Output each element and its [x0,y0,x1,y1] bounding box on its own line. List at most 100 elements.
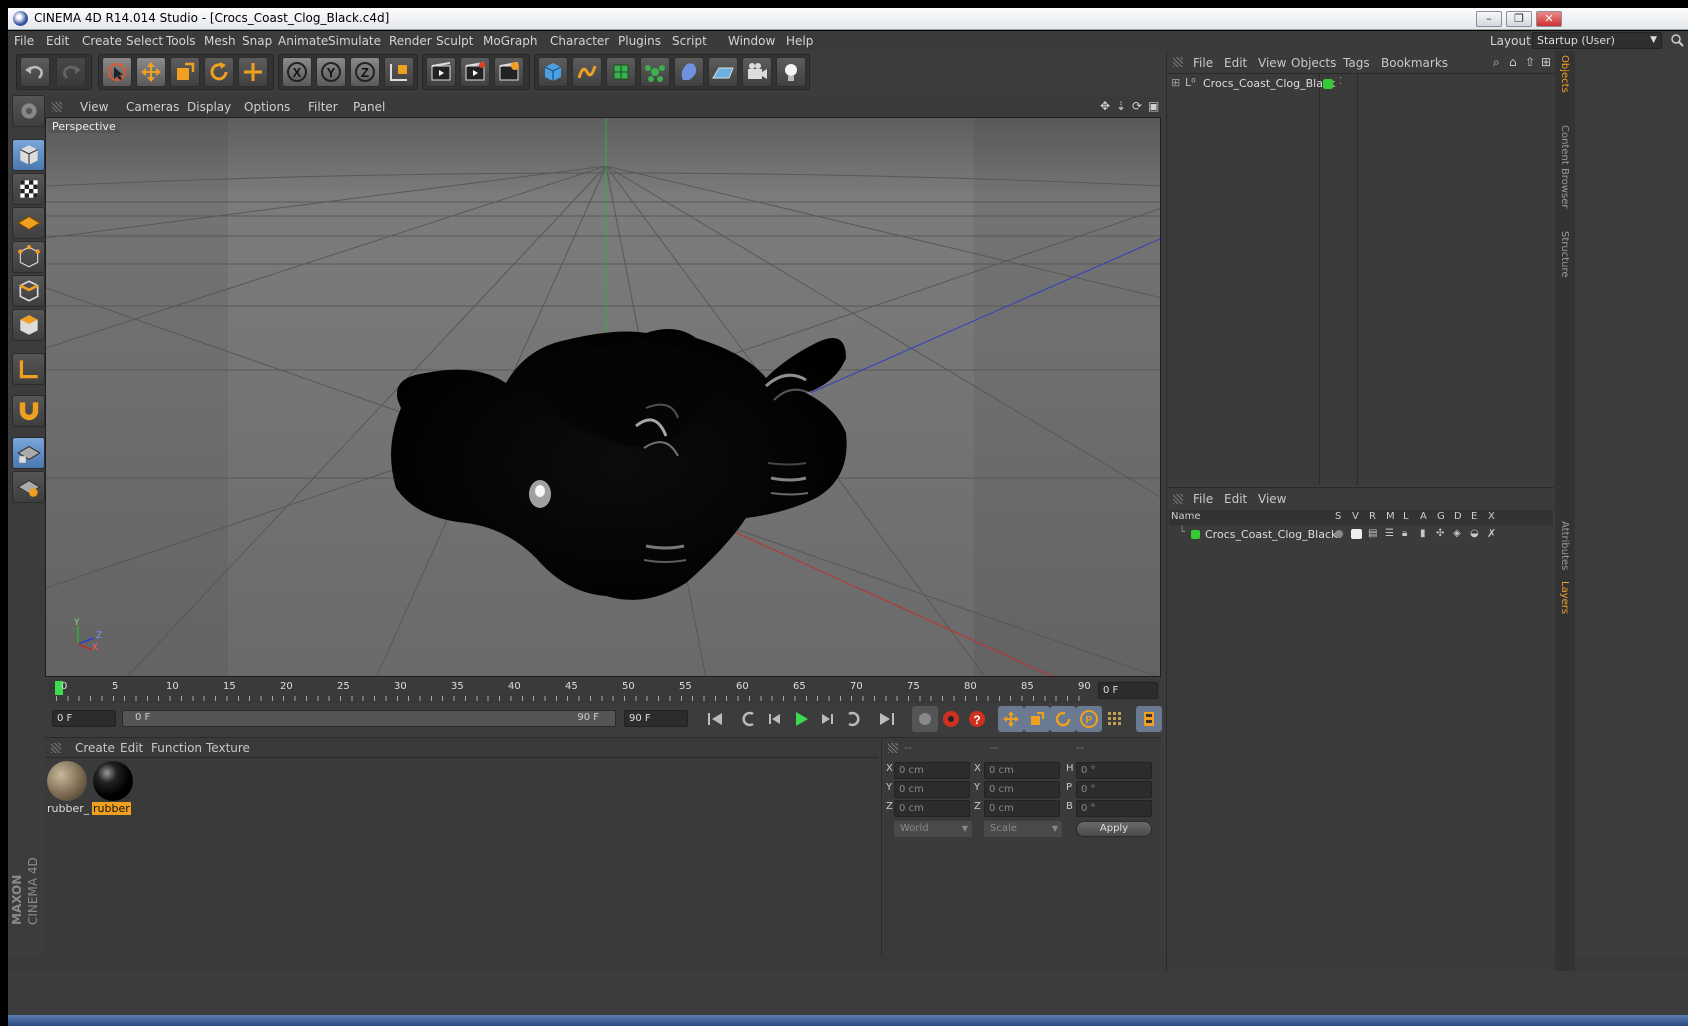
render-picture-viewer-button[interactable] [460,57,490,87]
apply-button[interactable]: Apply [1076,821,1152,837]
play-button[interactable] [788,706,814,732]
coordinate-system-button[interactable] [384,57,414,87]
menu-edit[interactable]: Edit [46,34,69,48]
column-view[interactable]: V [1352,511,1359,522]
rotation-p-field[interactable]: 0 ° [1076,781,1152,798]
key-parameter-button[interactable]: P [1076,706,1102,732]
model-mode-button[interactable] [12,139,45,171]
expand-icon[interactable]: ⊞ [1171,76,1180,89]
tab-content-browser[interactable]: Content Browser [1559,125,1570,208]
timeline-ruler[interactable]: 0 5 10 15 20 25 30 35 40 45 50 55 60 65 … [46,679,1160,703]
prev-frame-button[interactable] [762,706,788,732]
column-animation[interactable]: A [1420,511,1427,522]
material-swatch-rubber-2[interactable]: rubber [92,760,134,816]
goto-end-button[interactable] [874,706,900,732]
z-axis-lock-button[interactable]: Z [350,57,380,87]
rotation-h-field[interactable]: 0 ° [1076,762,1152,779]
solo-toggle-icon[interactable] [1335,530,1343,538]
menu-create[interactable]: Create [82,34,122,48]
render-view-button[interactable] [426,57,456,87]
menu-mesh[interactable]: Mesh [204,34,236,48]
menu-script[interactable]: Script [672,34,707,48]
layers-menu-file[interactable]: File [1193,492,1213,506]
viewport-menu-display[interactable]: Display [187,100,231,114]
rotation-b-field[interactable]: 0 ° [1076,800,1152,817]
tab-structure[interactable]: Structure [1559,231,1570,278]
move-view-icon[interactable]: ✥ [1100,99,1110,113]
layer-color-swatch[interactable] [1323,79,1333,89]
render-toggle-icon[interactable]: ▤ [1368,528,1377,539]
menu-plugins[interactable]: Plugins [618,34,661,48]
menu-character[interactable]: Character [550,34,609,48]
lock-icon[interactable]: 🔒︎ [1402,528,1407,539]
expression-toggle-icon[interactable]: ◒ [1470,528,1479,539]
objects-menu-bookmarks[interactable]: Bookmarks [1381,56,1448,70]
object-name[interactable]: Crocs_Coast_Clog_Black [1203,77,1335,90]
key-pla-button[interactable] [1102,706,1128,732]
texture-mode-button[interactable] [12,173,45,205]
eye-icon[interactable] [1351,529,1362,539]
scale-tool-button[interactable] [170,57,200,87]
column-name[interactable]: Name [1171,511,1201,522]
xref-toggle-icon[interactable]: ✗ [1487,527,1496,540]
rotate-tool-button[interactable] [204,57,234,87]
edges-mode-button[interactable] [12,275,45,307]
help-icon[interactable]: ? [964,706,990,732]
layers-menu-edit[interactable]: Edit [1224,492,1247,506]
search-icon[interactable] [1670,33,1684,47]
frame-range-slider[interactable]: 0 F 90 F [122,710,616,727]
material-menu-texture[interactable]: Texture [206,741,250,755]
points-mode-button[interactable] [12,241,45,273]
timeline-window-button[interactable] [1136,706,1162,732]
menu-snap[interactable]: Snap [242,34,272,48]
animation-toggle-icon[interactable]: ▮ [1420,528,1426,539]
next-frame-button[interactable] [814,706,840,732]
subdivision-surface-button[interactable] [606,57,636,87]
axis-mode-button[interactable] [12,353,45,385]
menu-select[interactable]: Select [126,34,163,48]
generator-toggle-icon[interactable]: ✣ [1436,528,1444,539]
up-arrow-icon[interactable]: ⇧ [1525,55,1535,69]
prev-key-button[interactable] [736,706,762,732]
locked-workplane-button[interactable] [12,471,45,503]
cube-object-button[interactable] [538,57,568,87]
menu-sculpt[interactable]: Sculpt [436,34,473,48]
position-z-field[interactable]: 0 cm [894,800,970,817]
search-icon[interactable]: ⌕ [1493,55,1500,70]
deformer-toggle-icon[interactable]: ◈ [1453,528,1461,539]
manager-toggle-icon[interactable]: ☰ [1385,528,1394,539]
key-position-button[interactable] [998,706,1024,732]
viewport-menu-cameras[interactable]: Cameras [126,100,179,114]
minimize-button[interactable]: – [1476,11,1502,27]
workplane-mode-button[interactable] [12,207,45,239]
record-keys-button[interactable] [912,706,938,732]
magnet-icon[interactable] [12,395,45,427]
snap-button[interactable] [12,437,45,469]
tab-attributes[interactable]: Attributes [1559,521,1570,570]
viewport-menu-options[interactable]: Options [244,100,290,114]
key-scale-button[interactable] [1024,706,1050,732]
layer-name[interactable]: Crocs_Coast_Clog_Black [1205,528,1337,541]
viewport-menu-filter[interactable]: Filter [308,100,338,114]
coordinate-mode-dropdown[interactable]: World ▼ [894,821,972,837]
viewport-perspective[interactable]: Perspective Y Z X [45,117,1161,677]
menu-help[interactable]: Help [786,34,813,48]
x-axis-lock-button[interactable]: X [282,57,312,87]
menu-simulate[interactable]: Simulate [328,34,381,48]
camera-button[interactable] [742,57,772,87]
y-axis-lock-button[interactable]: Y [316,57,346,87]
objects-menu-objects[interactable]: Objects [1291,56,1336,70]
menu-file[interactable]: File [14,34,34,48]
objects-menu-edit[interactable]: Edit [1224,56,1247,70]
menu-window[interactable]: Window [728,34,775,48]
menu-animate[interactable]: Animate [278,34,328,48]
object-row[interactable]: ⊞ L⁰ Crocs_Coast_Clog_Black ⁚ [1167,75,1555,93]
position-y-field[interactable]: 0 cm [894,781,970,798]
menu-tools[interactable]: Tools [166,34,196,48]
menu-mograph[interactable]: MoGraph [483,34,538,48]
home-icon[interactable]: ⌂ [1509,55,1517,69]
maximize-view-icon[interactable]: ▣ [1148,99,1159,113]
next-key-button[interactable] [840,706,866,732]
column-manager[interactable]: M [1386,511,1395,522]
objects-menu-file[interactable]: File [1193,56,1213,70]
